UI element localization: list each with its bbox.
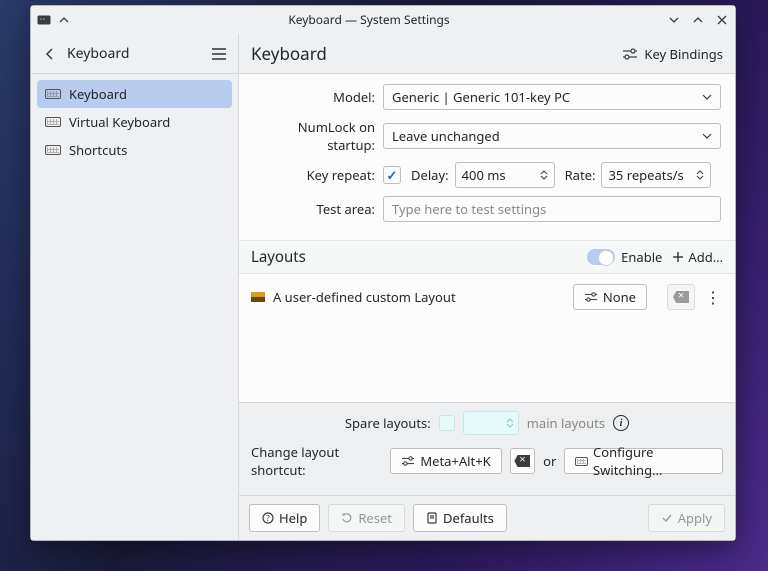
- reset-button[interactable]: Reset: [328, 504, 405, 532]
- window-title: Keyboard — System Settings: [71, 11, 667, 28]
- configure-switching-label: Configure Switching…: [593, 443, 712, 479]
- page-title: Keyboard: [251, 42, 622, 65]
- info-icon[interactable]: i: [613, 415, 629, 431]
- sidebar-item-keyboard[interactable]: Keyboard: [37, 80, 232, 108]
- testarea-input[interactable]: Type here to test settings: [383, 196, 721, 222]
- titlebar: Keyboard — System Settings: [31, 6, 735, 34]
- reset-label: Reset: [358, 509, 392, 527]
- document-icon: [426, 512, 438, 524]
- app-icon: [37, 13, 51, 27]
- spare-layouts-spinbox[interactable]: [463, 411, 519, 435]
- breadcrumb: Keyboard: [67, 44, 208, 63]
- spin-buttons[interactable]: [540, 170, 548, 180]
- keyboard-icon: [45, 145, 61, 155]
- key-bindings-button[interactable]: Key Bindings: [622, 45, 723, 63]
- apply-button[interactable]: Apply: [648, 504, 725, 532]
- add-layout-button[interactable]: Add…: [672, 248, 723, 266]
- layout-row[interactable]: A user-defined custom Layout None ⋮: [251, 282, 723, 312]
- spin-buttons[interactable]: [696, 170, 704, 180]
- keyrepeat-label: Key repeat:: [253, 166, 383, 184]
- change-shortcut-button[interactable]: Meta+Alt+K: [390, 448, 501, 474]
- add-label: Add…: [688, 248, 723, 266]
- apply-label: Apply: [678, 509, 712, 527]
- keyboard-icon: [575, 457, 588, 466]
- model-select[interactable]: Generic | Generic 101-key PC: [383, 84, 721, 110]
- change-shortcut-label: Change layout shortcut:: [251, 443, 382, 479]
- settings-window: Keyboard — System Settings Keyboard Ke: [30, 5, 736, 541]
- close-button[interactable]: [715, 13, 729, 27]
- bottom-panel: Spare layouts: main layouts i Change lay…: [239, 402, 735, 495]
- sidebar-item-virtual-keyboard[interactable]: Virtual Keyboard: [37, 108, 232, 136]
- header: Keyboard Keyboard Key Bindings: [31, 34, 735, 74]
- flag-icon: [251, 292, 265, 302]
- undo-icon: [341, 512, 353, 524]
- layouts-header: Layouts Enable Add…: [239, 240, 735, 274]
- numlock-label: NumLock on startup:: [253, 118, 383, 154]
- sliders-icon: [584, 291, 598, 303]
- clear-shortcut-button[interactable]: [667, 284, 695, 310]
- keyboard-form: Model: Generic | Generic 101-key PC NumL…: [239, 74, 735, 240]
- sidebar-item-shortcuts[interactable]: Shortcuts: [37, 136, 232, 164]
- change-shortcut-value: Meta+Alt+K: [420, 452, 490, 470]
- layout-menu-button[interactable]: ⋮: [703, 286, 723, 308]
- spare-layouts-label: Spare layouts:: [345, 414, 431, 432]
- backspace-icon: [514, 455, 530, 467]
- numlock-value: Leave unchanged: [392, 127, 702, 145]
- or-label: or: [543, 452, 556, 470]
- spin-buttons[interactable]: [506, 418, 514, 428]
- layout-name: A user-defined custom Layout: [273, 288, 565, 306]
- testarea-placeholder: Type here to test settings: [392, 200, 546, 218]
- configure-switching-button[interactable]: Configure Switching…: [564, 448, 723, 474]
- chevron-down-icon: [702, 94, 712, 100]
- backspace-icon: [673, 291, 689, 303]
- layouts-title: Layouts: [251, 247, 587, 267]
- keyboard-icon: [45, 89, 61, 99]
- delay-value: 400 ms: [462, 166, 536, 184]
- model-label: Model:: [253, 88, 383, 106]
- keyrepeat-checkbox[interactable]: [383, 166, 401, 184]
- minimize-button[interactable]: [667, 13, 681, 27]
- clear-change-shortcut-button[interactable]: [510, 448, 535, 474]
- maximize-button[interactable]: [691, 13, 705, 27]
- plus-icon: [672, 251, 684, 263]
- key-bindings-label: Key Bindings: [644, 45, 723, 63]
- rate-label: Rate:: [565, 166, 596, 184]
- delay-label: Delay:: [411, 166, 449, 184]
- spare-layouts-checkbox[interactable]: [439, 415, 455, 431]
- pin-icon[interactable]: [57, 13, 71, 27]
- svg-text:?: ?: [266, 513, 270, 524]
- rate-value: 35 repeats/s: [608, 166, 692, 184]
- keyboard-icon: [45, 117, 61, 127]
- check-icon: [661, 512, 673, 524]
- layout-shortcut-value: None: [603, 288, 636, 306]
- layouts-enable-toggle[interactable]: [587, 249, 615, 265]
- defaults-label: Defaults: [443, 509, 494, 527]
- layout-shortcut-button[interactable]: None: [573, 284, 647, 310]
- sidebar: Keyboard Virtual Keyboard Shortcuts: [31, 74, 239, 540]
- numlock-select[interactable]: Leave unchanged: [383, 123, 721, 149]
- back-button[interactable]: [39, 43, 61, 65]
- sidebar-item-label: Keyboard: [69, 85, 127, 103]
- layouts-list: A user-defined custom Layout None ⋮: [239, 274, 735, 402]
- body: Keyboard Virtual Keyboard Shortcuts Mode…: [31, 74, 735, 540]
- model-value: Generic | Generic 101-key PC: [392, 88, 702, 106]
- rate-spinbox[interactable]: 35 repeats/s: [601, 162, 711, 188]
- help-icon: ?: [262, 512, 274, 524]
- delay-spinbox[interactable]: 400 ms: [455, 162, 555, 188]
- sliders-icon: [401, 455, 415, 467]
- testarea-label: Test area:: [253, 200, 383, 218]
- defaults-button[interactable]: Defaults: [413, 504, 507, 532]
- help-label: Help: [279, 509, 307, 527]
- main-panel: Model: Generic | Generic 101-key PC NumL…: [239, 74, 735, 540]
- sliders-icon: [622, 47, 638, 61]
- spare-suffix: main layouts: [527, 414, 605, 432]
- footer: ? Help Reset Defaults Apply: [239, 495, 735, 540]
- help-button[interactable]: ? Help: [249, 504, 320, 532]
- sidebar-item-label: Shortcuts: [69, 141, 127, 159]
- menu-button[interactable]: [208, 43, 230, 65]
- enable-label: Enable: [621, 248, 662, 266]
- sidebar-item-label: Virtual Keyboard: [69, 113, 170, 131]
- chevron-down-icon: [702, 133, 712, 139]
